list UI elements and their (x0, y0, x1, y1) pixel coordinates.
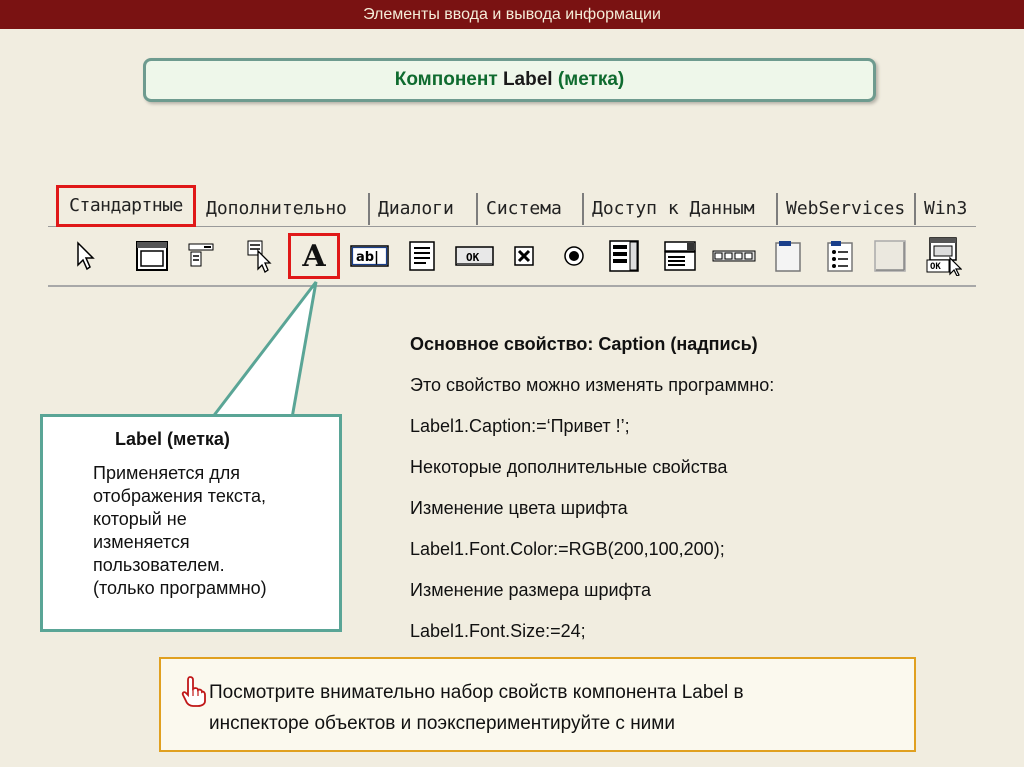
property-line: Label1.Font.Color:=RGB(200,100,200); (410, 539, 725, 559)
tab-webservices[interactable]: WebServices (780, 193, 916, 225)
notice-line-2: инспекторе объектов и поэкспериментируйт… (209, 713, 675, 734)
property-line: Label1.Caption:=‘Привет !’; (410, 416, 630, 436)
listbox-icon[interactable] (606, 237, 642, 275)
label-callout: Label (метка) Применяется для отображени… (40, 414, 342, 632)
tab-standard[interactable]: Стандартные (56, 185, 196, 227)
button-ok-icon[interactable]: OK (454, 237, 496, 275)
callout-description: Применяется для отображения текста, кото… (89, 462, 329, 600)
actionlist-icon[interactable]: OK (926, 237, 962, 276)
slide-title-prefix: Компонент (394, 69, 503, 90)
property-line: Некоторые дополнительные свойства (410, 457, 728, 477)
popup-menu-icon[interactable] (244, 237, 280, 275)
slide-header-title: Элементы ввода и вывода информации (363, 6, 661, 23)
palette-tabs: Стандартные Дополнительно Диалоги Систем… (48, 183, 976, 227)
pointer-arrow-icon[interactable] (68, 237, 104, 275)
palette-toolbar: A ab| OK OK (48, 229, 976, 287)
actionlist-ok-text: OK (930, 262, 941, 272)
pointing-hand-icon (181, 676, 206, 707)
callout-line: пользователем. (93, 555, 225, 575)
tab-system[interactable]: Система (480, 193, 584, 225)
property-line: Изменение цвета шрифта (410, 498, 628, 518)
callout-line: изменяется (93, 532, 190, 552)
frame-icon[interactable] (134, 237, 170, 275)
checkbox-icon[interactable] (506, 237, 542, 275)
callout-line: Применяется для (93, 463, 241, 483)
slide-title: Компонент Label (метка) (143, 58, 876, 102)
component-palette: Стандартные Дополнительно Диалоги Систем… (48, 183, 976, 289)
notice-box: Посмотрите внимательно набор свойств ком… (159, 657, 916, 752)
tab-dialogs[interactable]: Диалоги (372, 193, 478, 225)
combobox-icon[interactable] (662, 237, 698, 275)
slide-title-suffix: (метка) (552, 69, 625, 90)
groupbox-icon[interactable] (770, 237, 806, 275)
memo-icon[interactable] (404, 237, 440, 275)
property-line: Label1.Font.Size:=24; (410, 621, 586, 641)
slide-header: Элементы ввода и вывода информации (0, 0, 1024, 29)
label-a-glyph: A (302, 238, 326, 274)
label-a-icon[interactable]: A (296, 237, 332, 275)
property-line: Изменение размера шрифта (410, 580, 651, 600)
tab-win3[interactable]: Win3 (918, 193, 976, 225)
tab-data-access[interactable]: Доступ к Данным (586, 193, 778, 225)
callout-line: отображения текста, (93, 486, 266, 506)
callout-heading: Label (метка) (115, 429, 230, 449)
main-property: Основное свойство: Caption (надпись) (410, 334, 758, 354)
callout-line: который не (93, 509, 187, 529)
main-menu-icon[interactable] (184, 237, 220, 275)
panel-icon[interactable] (872, 237, 908, 275)
edit-icon-text: ab| (356, 250, 379, 265)
callout-line: (только программно) (93, 578, 267, 598)
radiogroup-icon[interactable] (822, 237, 858, 275)
scrollbar-icon[interactable] (712, 237, 756, 275)
tab-additional[interactable]: Дополнительно (200, 193, 370, 225)
properties-section: Основное свойство: Caption (надпись) Это… (410, 331, 970, 659)
property-line: Это свойство можно изменять программно: (410, 375, 775, 395)
radiobutton-icon[interactable] (556, 237, 592, 275)
notice-line-1: Посмотрите внимательно набор свойств ком… (209, 682, 744, 703)
button-ok-text: OK (466, 251, 480, 264)
edit-icon[interactable]: ab| (350, 237, 390, 275)
slide-title-name: Label (502, 69, 553, 90)
